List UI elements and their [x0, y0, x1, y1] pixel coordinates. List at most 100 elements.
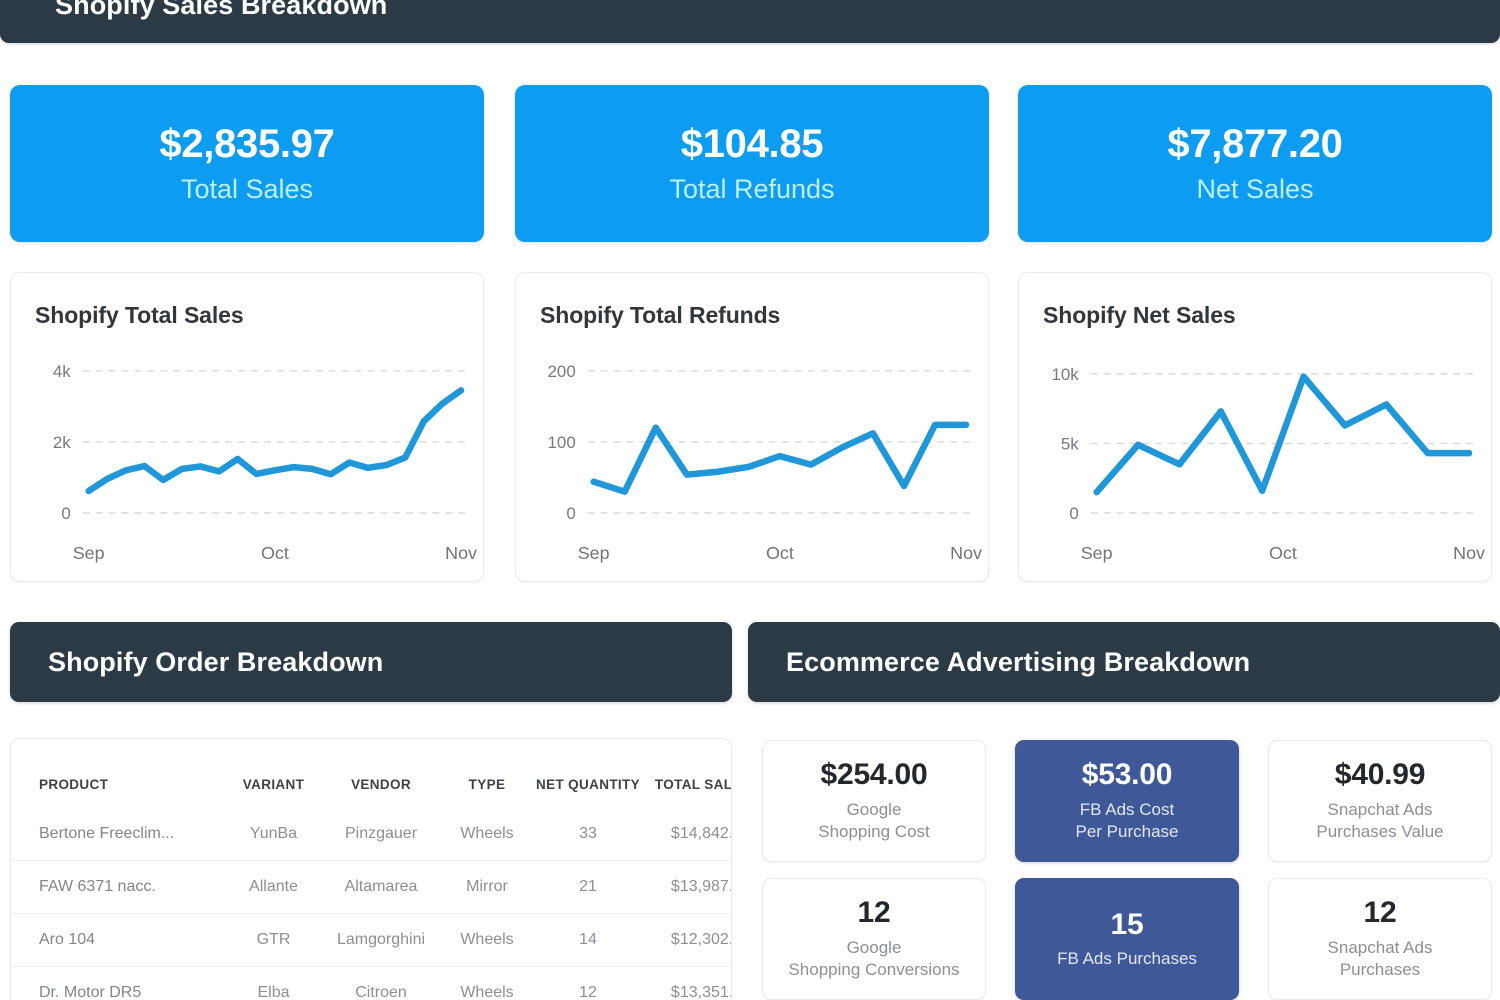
ad-value-snapchat-ads-purchases: 12 — [1363, 896, 1397, 930]
cell-total-sales: $13,987.04 — [643, 860, 731, 914]
ad-card-snapchat-ads-purchases[interactable]: 12 Snapchat Ads Purchases — [1268, 878, 1492, 1000]
cell-variant: GTR — [226, 913, 321, 967]
section-header-sales-breakdown: Shopify Sales Breakdown — [0, 0, 1500, 43]
chart-title-total-sales: Shopify Total Sales — [35, 302, 244, 328]
ad-value-google-shopping-cost: $254.00 — [820, 758, 928, 792]
order-breakdown-table: PRODUCT VARIANT VENDOR TYPE NET QUANTITY… — [11, 739, 731, 1000]
order-breakdown-table-card: PRODUCT VARIANT VENDOR TYPE NET QUANTITY… — [10, 738, 732, 1000]
kpi-card-total-refunds[interactable]: $104.85 Total Refunds — [515, 85, 989, 242]
line-chart-total-refunds: 0 100 200 Sep Oct Nov — [548, 362, 983, 563]
chart-title-total-refunds: Shopify Total Refunds — [540, 302, 781, 328]
chart-series-line — [590, 421, 970, 495]
table-row[interactable]: FAW 6371 nacc. Allante Altamarea Mirror 21 $1… — [11, 860, 731, 914]
table-row[interactable]: Bertone Freeclim... YunBa Pinzgauer Wheels 3… — [11, 808, 731, 861]
cell-total-sales: $14,842.02 — [670, 825, 731, 842]
ad-card-fb-ads-purchases[interactable]: 15 FB Ads Purchases — [1015, 878, 1239, 1000]
kpi-label-total-sales: Total Sales — [180, 174, 314, 204]
cell-product: Bertone Freeclim... — [39, 825, 175, 842]
column-header-product[interactable]: PRODUCT — [11, 739, 226, 808]
dashboard-page: Shopify Sales Breakdown $2,835.97 Total … — [0, 0, 1500, 1000]
y-axis-tick-label: 10k — [1051, 365, 1079, 384]
x-axis-tick-label: Sep — [1081, 543, 1113, 563]
x-axis-tick-label: Oct — [766, 543, 794, 563]
chart-card-total-refunds[interactable]: Shopify Total Refunds 0 100 200 Sep Oct Nov — [515, 272, 989, 582]
ad-label-google-shopping-cost: Google Shopping Cost — [818, 799, 930, 842]
section-header-advertising-breakdown: Ecommerce Advertising Breakdown — [748, 622, 1500, 702]
column-header-total-sales[interactable]: TOTAL SALES — [643, 739, 731, 808]
y-axis-tick-label: 0 — [61, 504, 70, 523]
ad-card-snapchat-ads-purchases-value[interactable]: $40.99 Snapchat Ads Purchases Value — [1268, 740, 1492, 862]
section-header-order-breakdown: Shopify Order Breakdown — [10, 622, 732, 702]
cell-net-quantity: 33 — [579, 825, 597, 842]
cell-variant: Elba — [226, 966, 321, 1000]
ad-value-fb-ads-purchases: 15 — [1110, 907, 1144, 941]
table-header: PRODUCT VARIANT VENDOR TYPE NET QUANTITY… — [11, 739, 731, 808]
cell-vendor: Citroen — [321, 966, 441, 1000]
x-axis-tick-label: Nov — [950, 543, 982, 563]
cell-total-sales: $12,302.26 — [643, 913, 731, 967]
ad-label-snapchat-ads-purchases: Snapchat Ads Purchases — [1327, 937, 1433, 980]
ad-card-fb-ads-cost-per-purchase[interactable]: $53.00 FB Ads Cost Per Purchase — [1015, 740, 1239, 862]
line-chart-total-sales: 0 2k 4k Sep Oct Nov — [53, 362, 477, 563]
cell-product: Dr. Motor DR5 — [11, 966, 226, 1000]
table-body: Bertone Freeclim... YunBa Pinzgauer Wheels 3… — [11, 808, 731, 1000]
y-axis-tick-label: 0 — [566, 504, 575, 523]
ad-label-fb-ads-purchases: FB Ads Purchases — [1057, 949, 1197, 969]
cell-net-quantity: 21 — [533, 860, 643, 914]
kpi-label-total-refunds: Total Refunds — [669, 174, 835, 204]
cell-net-quantity: 14 — [533, 913, 643, 967]
x-axis-tick-label: Nov — [445, 543, 477, 563]
chart-card-total-sales[interactable]: Shopify Total Sales 0 2k 4k Sep Oct Nov — [10, 272, 484, 582]
cell-product: FAW 6371 nacc. — [11, 860, 226, 914]
table-header-row: PRODUCT VARIANT VENDOR TYPE NET QUANTITY… — [11, 739, 731, 808]
cell-product: Aro 104 — [11, 913, 226, 967]
cell-vendor: Lamgorghini — [321, 913, 441, 967]
chart-series-line — [85, 387, 465, 495]
column-header-type[interactable]: TYPE — [441, 739, 533, 808]
x-axis-tick-label: Sep — [578, 543, 610, 563]
chart-series-line — [1093, 373, 1473, 496]
y-axis-tick-label: 0 — [1069, 504, 1078, 523]
cell-total-sales: $13,351.85 — [643, 966, 731, 1000]
section-title-advertising-breakdown: Ecommerce Advertising Breakdown — [786, 646, 1251, 677]
kpi-card-net-sales[interactable]: $7,877.20 Net Sales — [1018, 85, 1492, 242]
ad-value-snapchat-ads-purchases-value: $40.99 — [1334, 758, 1426, 792]
y-axis-tick-label: 2k — [53, 433, 71, 452]
column-header-vendor[interactable]: VENDOR — [321, 739, 441, 808]
chart-card-net-sales[interactable]: Shopify Net Sales 0 5k 10k Sep Oct Nov — [1018, 272, 1492, 582]
cell-type: Wheels — [441, 966, 533, 1000]
cell-type: Wheels — [441, 913, 533, 967]
kpi-card-total-sales[interactable]: $2,835.97 Total Sales — [10, 85, 484, 242]
y-axis-tick-label: 4k — [53, 362, 71, 381]
x-axis-tick-label: Sep — [73, 543, 105, 563]
section-title-sales-breakdown: Shopify Sales Breakdown — [55, 0, 388, 20]
kpi-value-total-sales: $2,835.97 — [159, 122, 335, 166]
cell-variant: Allante — [226, 860, 321, 914]
column-header-variant[interactable]: VARIANT — [226, 739, 321, 808]
y-axis-tick-label: 200 — [548, 362, 576, 381]
ad-value-fb-ads-cost-per-purchase: $53.00 — [1081, 758, 1173, 792]
cell-type: Wheels — [460, 825, 514, 842]
ad-label-fb-ads-cost-per-purchase: FB Ads Cost Per Purchase — [1075, 799, 1179, 842]
cell-variant: YunBa — [249, 825, 298, 842]
x-axis-tick-label: Oct — [1269, 543, 1297, 563]
y-axis-tick-label: 5k — [1061, 434, 1079, 453]
cell-net-quantity: 12 — [533, 966, 643, 1000]
table-row[interactable]: Dr. Motor DR5ElbaCitroenWheels12$13,351.… — [11, 966, 731, 1000]
ad-card-google-shopping-cost[interactable]: $254.00 Google Shopping Cost — [762, 740, 986, 862]
ad-label-google-shopping-conversions: Google Shopping Conversions — [788, 937, 960, 980]
x-axis-tick-label: Nov — [1453, 543, 1485, 563]
column-header-net-quantity[interactable]: NET QUANTITY — [533, 739, 643, 808]
line-chart-net-sales: 0 5k 10k Sep Oct Nov — [1051, 365, 1485, 563]
kpi-label-net-sales: Net Sales — [1196, 174, 1314, 204]
ad-card-google-shopping-conversions[interactable]: 12 Google Shopping Conversions — [762, 878, 986, 1000]
cell-type: Mirror — [441, 860, 533, 914]
y-axis-tick-label: 100 — [548, 433, 576, 452]
ad-label-snapchat-ads-purchases-value: Snapchat Ads Purchases Value — [1316, 799, 1444, 842]
table-row[interactable]: Aro 104GTRLamgorghiniWheels14$12,302.26 — [11, 913, 731, 967]
cell-vendor: Pinzgauer — [344, 825, 418, 842]
kpi-value-total-refunds: $104.85 — [680, 122, 824, 166]
x-axis-tick-label: Oct — [261, 543, 289, 563]
section-title-order-breakdown: Shopify Order Breakdown — [48, 646, 384, 677]
ad-value-google-shopping-conversions: 12 — [857, 896, 891, 930]
